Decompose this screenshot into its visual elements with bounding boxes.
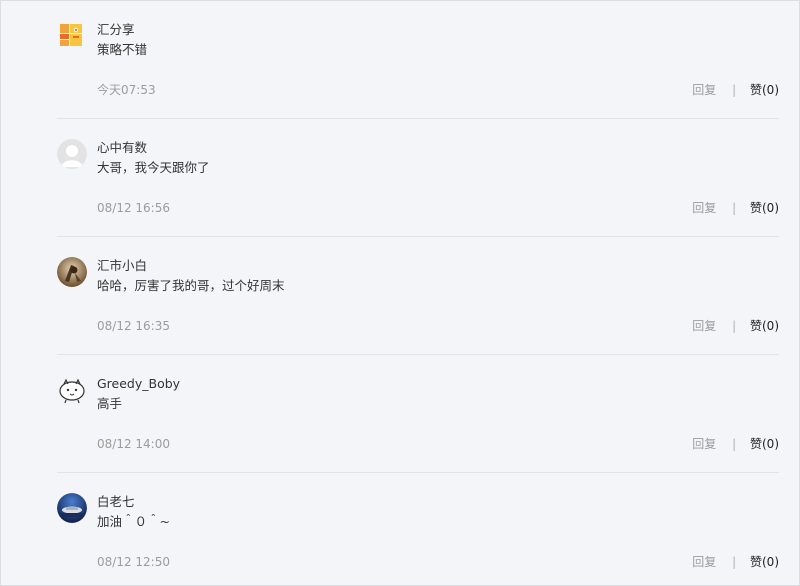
comment-actions: 回复 | 赞(0) xyxy=(692,554,779,570)
comment-item: 汇分享 策略不错 今天07:53 回复 | 赞(0) xyxy=(57,1,779,119)
username[interactable]: 汇市小白 xyxy=(97,258,147,274)
comment-item: Greedy_Boby 高手 08/12 14:00 回复 | 赞(0) xyxy=(57,355,779,473)
username[interactable]: 心中有数 xyxy=(97,140,147,156)
avatar[interactable] xyxy=(57,139,87,169)
reply-button[interactable]: 回复 xyxy=(692,555,716,569)
action-separator: | xyxy=(732,83,737,97)
comment-item: 心中有数 大哥，我今天跟你了 08/12 16:56 回复 | 赞(0) xyxy=(57,119,779,237)
timestamp: 08/12 12:50 xyxy=(97,555,170,569)
avatar[interactable] xyxy=(57,375,87,405)
timestamp: 08/12 16:56 xyxy=(97,201,170,215)
reply-button[interactable]: 回复 xyxy=(692,201,716,215)
default-user-icon xyxy=(57,139,87,169)
like-button[interactable]: 赞(0) xyxy=(750,83,779,97)
cartoon-avatar-icon xyxy=(57,375,87,405)
action-separator: | xyxy=(732,201,737,215)
like-button[interactable]: 赞(0) xyxy=(750,319,779,333)
timestamp: 08/12 16:35 xyxy=(97,319,170,333)
like-button[interactable]: 赞(0) xyxy=(750,437,779,451)
action-separator: | xyxy=(732,555,737,569)
comment-list: 汇分享 策略不错 今天07:53 回复 | 赞(0) 心中有数 大哥，我今天跟你… xyxy=(0,0,800,586)
comment-item: 白老七 加油＾０＾~ 08/12 12:50 回复 | 赞(0) xyxy=(57,473,779,585)
reply-button[interactable]: 回复 xyxy=(692,83,716,97)
reply-button[interactable]: 回复 xyxy=(692,319,716,333)
username[interactable]: Greedy_Boby xyxy=(97,376,180,392)
logo-icon xyxy=(60,24,82,46)
like-button[interactable]: 赞(0) xyxy=(750,555,779,569)
username[interactable]: 白老七 xyxy=(97,494,135,510)
comment-actions: 回复 | 赞(0) xyxy=(692,82,779,98)
comment-text: 大哥，我今天跟你了 xyxy=(97,160,210,175)
like-button[interactable]: 赞(0) xyxy=(750,201,779,215)
comment-actions: 回复 | 赞(0) xyxy=(692,436,779,452)
comment-actions: 回复 | 赞(0) xyxy=(692,200,779,216)
avatar[interactable] xyxy=(57,493,87,523)
reply-button[interactable]: 回复 xyxy=(692,437,716,451)
comment-item: 汇市小白 哈哈，厉害了我的哥，过个好周末 08/12 16:35 回复 | 赞(… xyxy=(57,237,779,355)
username[interactable]: 汇分享 xyxy=(97,22,135,38)
action-separator: | xyxy=(732,319,737,333)
timestamp: 08/12 14:00 xyxy=(97,437,170,451)
photo-avatar-icon xyxy=(57,257,87,287)
avatar[interactable] xyxy=(57,21,87,51)
avatar[interactable] xyxy=(57,257,87,287)
action-separator: | xyxy=(732,437,737,451)
comment-text: 哈哈，厉害了我的哥，过个好周末 xyxy=(97,278,285,293)
photo-avatar-icon xyxy=(57,493,87,523)
comment-text: 高手 xyxy=(97,396,123,411)
comment-text: 策略不错 xyxy=(97,42,148,57)
comment-actions: 回复 | 赞(0) xyxy=(692,318,779,334)
timestamp: 今天07:53 xyxy=(97,83,156,97)
comment-text: 加油＾０＾~ xyxy=(97,514,170,529)
